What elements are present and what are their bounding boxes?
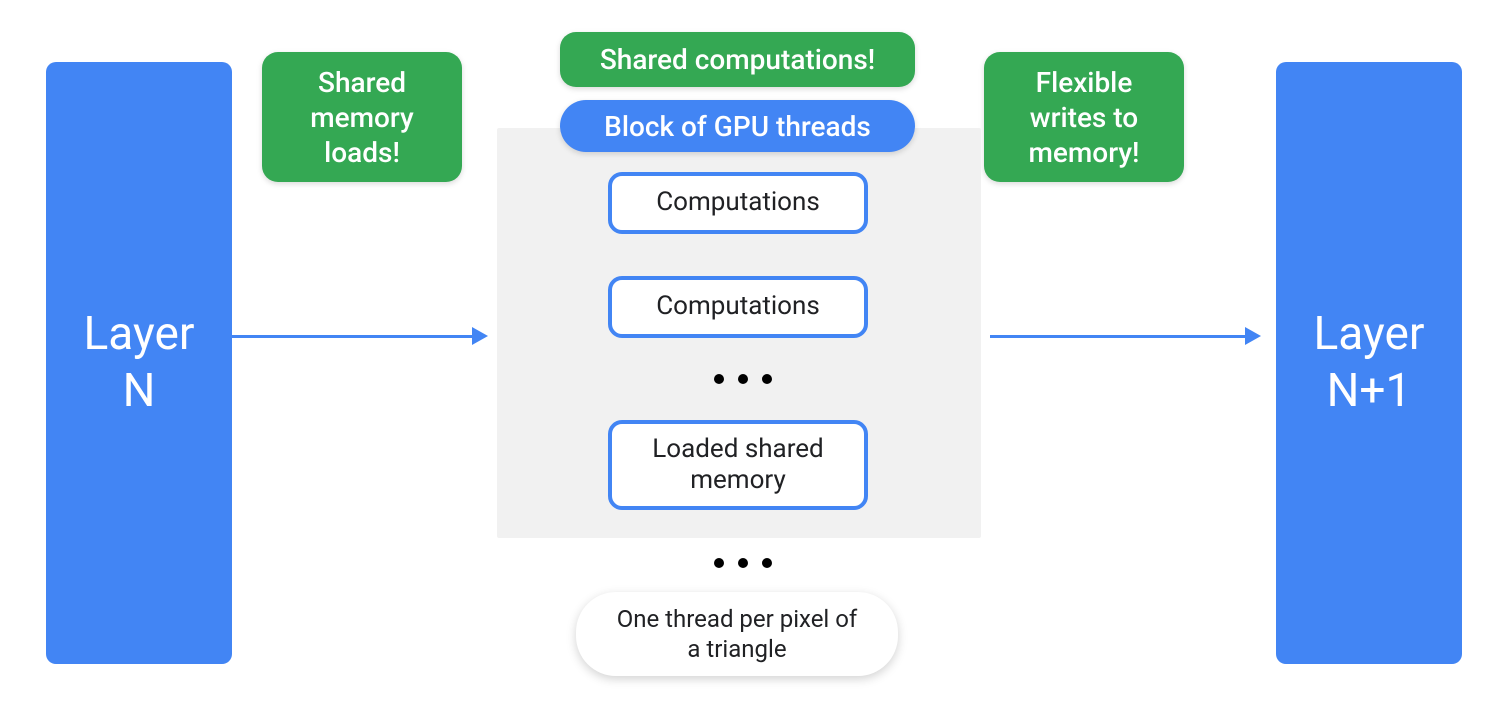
badge-flexible-writes: Flexible writes to memory! [984,52,1184,182]
badge-shared-computations: Shared computations! [560,32,915,87]
loaded-shared-memory-text: Loaded shared memory [628,434,848,496]
ellipsis-outer [714,558,772,568]
layer-n1-box: Layer N+1 [1276,62,1462,664]
badge-right-text: Flexible writes to memory! [1004,65,1164,170]
caption-text: One thread per pixel of a triangle [610,604,864,664]
layer-n-box: Layer N [46,62,232,664]
caption-pill: One thread per pixel of a triangle [576,592,898,676]
ellipsis-inner [714,374,772,384]
layer-n-label-line2: N [123,363,156,421]
block-title-pill: Block of GPU threads [560,100,915,152]
badge-top-text: Shared computations! [600,42,875,77]
badge-shared-memory-loads: Shared memory loads! [262,52,462,182]
layer-n1-label-line2: N+1 [1327,363,1412,421]
loaded-shared-memory-box: Loaded shared memory [608,420,868,510]
badge-left-text: Shared memory loads! [282,65,442,170]
computations-box-2-text: Computations [656,291,820,322]
layer-n-label-line1: Layer [84,306,195,364]
computations-box-1-text: Computations [656,187,820,218]
layer-n1-label-line1: Layer [1314,306,1425,364]
computations-box-2: Computations [608,276,868,338]
computations-box-1: Computations [608,172,868,234]
block-title-text: Block of GPU threads [604,110,871,143]
